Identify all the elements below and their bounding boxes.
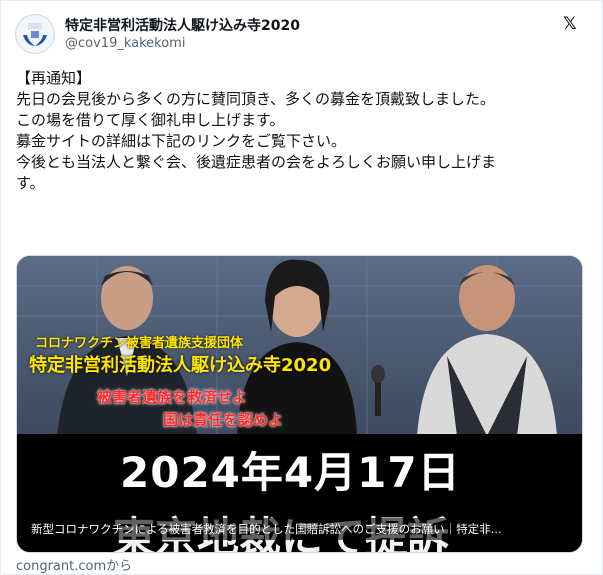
tweet-text: 【再通知】 先日の会見後から多くの方に賛同頂き、多くの募金を頂戴致しました。 こ… — [16, 68, 586, 194]
tweet-line: 【再通知】 — [16, 69, 92, 87]
account-name[interactable]: 特定非営利活動法人駆け込み寺2020 — [65, 15, 300, 35]
tweet-line: この場を借りて厚く御礼申し上げます。 — [16, 111, 285, 129]
overlay-org-label: コロナワクチン被害者遺族支援団体 — [35, 336, 244, 351]
card-caption[interactable]: 新型コロナワクチンによる被害者救済を目的とした国賠訴訟へのご支援のお願い｜特定非… — [25, 518, 508, 540]
card-source[interactable]: congrant.comから — [16, 555, 132, 574]
link-card[interactable]: コロナワクチン被害者遺族支援団体 特定非営利活動法人駆け込み寺2020 被害者遺… — [16, 255, 583, 553]
overlay-date: 2024年4月17日 — [120, 448, 461, 497]
avatar[interactable] — [15, 14, 55, 54]
overlay-slogan-2: 国は責任を認めよ — [163, 411, 284, 429]
overlay-slogan-1: 被害者遺族を救済せよ — [97, 388, 248, 406]
tweet-line: 先日の会見後から多くの方に賛同頂き、多くの募金を頂戴致しました。 — [16, 90, 495, 108]
hands-logo-icon — [17, 16, 53, 52]
x-logo-icon[interactable]: 𝕏 — [563, 14, 577, 34]
tweet-line: 今後とも当法人と繋ぐ会、後遺症患者の会をよろしくお願い申し上げま — [16, 153, 497, 171]
account-handle[interactable]: @cov19_kakekomi — [65, 36, 185, 51]
tweet-line: 募金サイトの詳細は下記のリンクをご覧下さい。 — [16, 132, 347, 150]
tweet-line: す。 — [16, 174, 45, 192]
overlay-org-name: 特定非営利活動法人駆け込み寺2020 — [29, 355, 332, 376]
